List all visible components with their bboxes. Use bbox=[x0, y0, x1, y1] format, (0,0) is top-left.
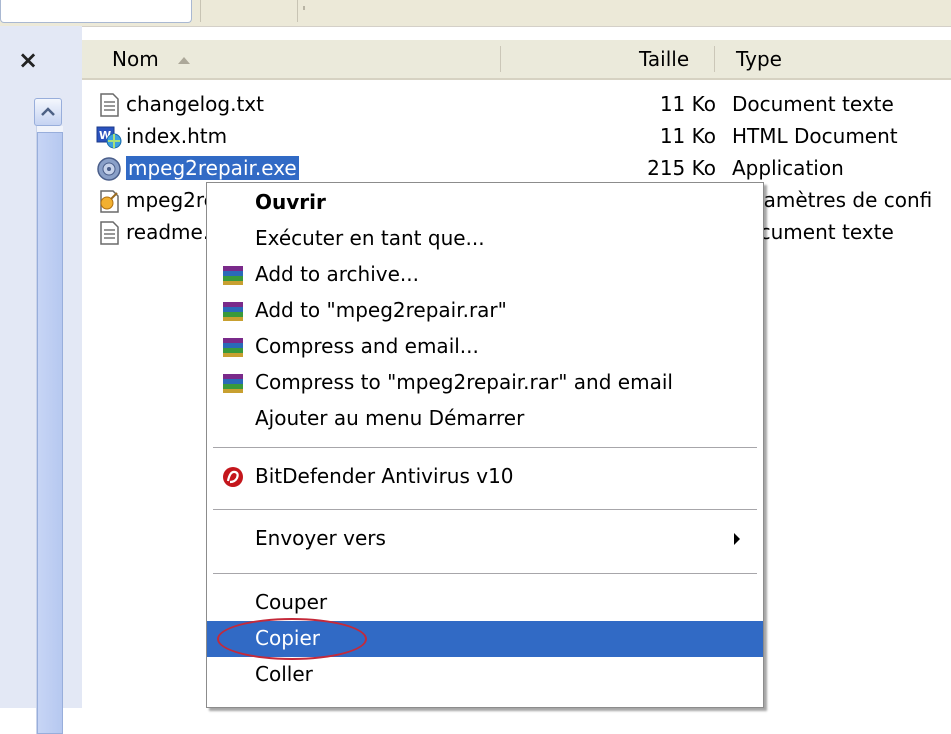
column-name-label: Nom bbox=[112, 47, 159, 71]
file-row-selected[interactable]: mpeg2repair.exe 215 Ko Application bbox=[96, 154, 951, 184]
file-row[interactable]: changelog.txt 11 Ko Document texte bbox=[96, 90, 951, 120]
menu-item-label: Ajouter au menu Démarrer bbox=[255, 406, 525, 430]
menu-item-label: Add to "mpeg2repair.rar" bbox=[255, 298, 507, 322]
menu-item-label: Compress and email... bbox=[255, 334, 479, 358]
menu-item-label: Compress to "mpeg2repair.rar" and email bbox=[255, 370, 673, 394]
file-name: index.htm bbox=[126, 124, 228, 148]
menu-item-send-to[interactable]: Envoyer vers bbox=[207, 521, 763, 557]
file-type: Document texte bbox=[732, 92, 894, 116]
menu-item-label: Copier bbox=[255, 626, 320, 650]
winrar-icon bbox=[223, 302, 243, 321]
bitdefender-icon bbox=[223, 467, 243, 487]
text-file-icon bbox=[100, 93, 119, 117]
menu-item-add-start-menu[interactable]: Ajouter au menu Démarrer bbox=[207, 401, 763, 437]
menu-item-compress-rar-email[interactable]: Compress to "mpeg2repair.rar" and email bbox=[207, 365, 763, 401]
menu-item-label: Couper bbox=[255, 590, 328, 614]
menu-item-open[interactable]: Ouvrir bbox=[207, 185, 763, 221]
file-name: changelog.txt bbox=[126, 92, 264, 116]
menu-item-paste[interactable]: Coller bbox=[207, 657, 763, 693]
menu-item-bitdefender[interactable]: BitDefender Antivirus v10 bbox=[207, 459, 763, 495]
column-size-label: Taille bbox=[639, 47, 690, 71]
scrollbar-track[interactable] bbox=[36, 126, 63, 734]
menu-item-run-as[interactable]: Exécuter en tant que... bbox=[207, 221, 763, 257]
column-type-label: Type bbox=[736, 47, 782, 71]
column-header-type[interactable]: Type bbox=[736, 40, 782, 78]
address-toolbar bbox=[0, 0, 951, 27]
file-row[interactable]: W index.htm 11 Ko HTML Document bbox=[96, 122, 951, 152]
column-header-name[interactable]: Nom bbox=[112, 40, 191, 78]
menu-item-label: Add to archive... bbox=[255, 262, 419, 286]
explorer-side-pane: × bbox=[0, 26, 82, 734]
menu-separator bbox=[213, 509, 757, 510]
menu-separator bbox=[213, 447, 757, 448]
chevron-up-icon bbox=[41, 107, 55, 116]
menu-item-label: BitDefender Antivirus v10 bbox=[255, 464, 514, 488]
menu-item-compress-email[interactable]: Compress and email... bbox=[207, 329, 763, 365]
config-file-icon bbox=[100, 190, 119, 213]
menu-item-label: Coller bbox=[255, 662, 313, 686]
winrar-icon bbox=[223, 374, 243, 393]
file-name: mpeg2repair.exe bbox=[126, 156, 299, 180]
menu-item-copy[interactable]: Copier bbox=[207, 618, 763, 660]
menu-item-label: Envoyer vers bbox=[255, 526, 386, 550]
exe-app-icon bbox=[97, 157, 121, 181]
menu-item-cut[interactable]: Couper bbox=[207, 585, 763, 621]
file-size: 11 Ko bbox=[659, 92, 716, 116]
toolbar-grip bbox=[303, 6, 305, 10]
winrar-icon bbox=[223, 266, 243, 285]
menu-item-label: Exécuter en tant que... bbox=[255, 226, 485, 250]
text-file-icon bbox=[100, 221, 119, 245]
file-size: 215 Ko bbox=[647, 156, 716, 180]
menu-separator bbox=[213, 573, 757, 574]
sort-ascending-icon bbox=[178, 57, 191, 64]
menu-item-add-archive[interactable]: Add to archive... bbox=[207, 257, 763, 293]
address-field[interactable] bbox=[0, 0, 192, 23]
submenu-arrow-icon bbox=[734, 533, 740, 545]
menu-item-add-rar[interactable]: Add to "mpeg2repair.rar" bbox=[207, 293, 763, 329]
column-header-size[interactable]: Taille bbox=[639, 40, 689, 78]
scroll-up-button[interactable] bbox=[34, 98, 62, 126]
column-divider[interactable] bbox=[500, 46, 501, 72]
file-type: Application bbox=[732, 156, 844, 180]
context-menu: Ouvrir Exécuter en tant que... Add to ar… bbox=[206, 182, 764, 708]
winrar-icon bbox=[223, 338, 243, 357]
toolbar-button[interactable] bbox=[200, 0, 298, 22]
file-type: HTML Document bbox=[732, 124, 898, 148]
scrollbar-thumb[interactable] bbox=[37, 132, 63, 734]
column-divider[interactable] bbox=[714, 46, 715, 72]
list-header: Nom Taille Type bbox=[82, 40, 951, 80]
close-pane-icon[interactable]: × bbox=[18, 48, 38, 72]
menu-item-label: Ouvrir bbox=[255, 190, 326, 214]
word-html-icon: W bbox=[96, 126, 122, 149]
file-size: 11 Ko bbox=[659, 124, 716, 148]
